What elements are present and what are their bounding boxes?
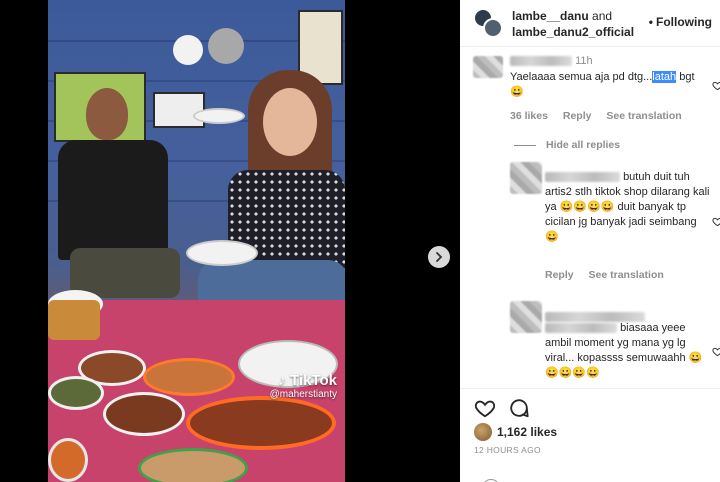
post-video[interactable]: ♪ TikTok @maherstianty: [48, 0, 345, 482]
tiktok-logo-icon: ♪: [278, 372, 291, 389]
media-pane: ♪ TikTok @maherstianty: [0, 0, 460, 482]
comment-meta: 36 likes Reply See translation: [510, 110, 694, 122]
liker-avatar: [474, 423, 492, 441]
comments-list: 11h Yaelaaaa semua aja pd dtg...latah bg…: [460, 48, 720, 388]
reply-meta: Reply See translation: [545, 269, 676, 281]
post-side-panel: lambe__danu and lambe_danu2_official • Fo…: [460, 0, 720, 482]
comment-reply-link[interactable]: Reply: [563, 110, 592, 122]
instagram-post-viewer: ♪ TikTok @maherstianty lambe__danu and l…: [0, 0, 720, 482]
reply-like-heart-icon[interactable]: [712, 346, 720, 357]
comment-time: 11h: [575, 55, 593, 67]
hide-replies-label: Hide all replies: [546, 139, 621, 151]
comment-text-highlighted: latah: [652, 71, 677, 83]
likes-summary[interactable]: 1,162 likes: [474, 423, 557, 441]
reply-text: butuh duit tuh artis2 stlh tiktok shop d…: [545, 170, 711, 245]
commenter-username-redacted[interactable]: [510, 56, 572, 67]
reply-translate-link[interactable]: See translation: [589, 269, 664, 281]
tiktok-brand: TikTok: [290, 372, 337, 389]
comment-text-part: Yaelaaaa semua aja pd dtg...: [510, 71, 653, 83]
author-username-secondary[interactable]: lambe_danu2_official: [512, 25, 634, 39]
mention-redacted[interactable]: [545, 323, 617, 334]
action-icons: [474, 397, 530, 419]
follow-separator-dot: •: [648, 15, 653, 29]
tiktok-watermark: ♪ TikTok @maherstianty: [270, 372, 337, 400]
comment-translate-link[interactable]: See translation: [606, 110, 681, 122]
chevron-right-icon: [436, 252, 443, 262]
following-label: Following: [656, 15, 712, 29]
reply-reply-link[interactable]: Reply: [545, 269, 574, 281]
comment-header: 11h: [510, 55, 593, 67]
replier-avatar[interactable]: [510, 162, 542, 194]
following-button[interactable]: • Following: [649, 15, 712, 29]
author-joiner: and: [592, 9, 613, 23]
tiktok-username: @maherstianty: [269, 389, 337, 400]
commenter-avatar[interactable]: [473, 56, 503, 78]
comment-like-heart-icon[interactable]: [712, 80, 720, 91]
hide-replies-toggle[interactable]: Hide all replies: [514, 139, 620, 151]
likes-count[interactable]: 1,162 likes: [497, 425, 557, 439]
author-username-primary[interactable]: lambe__danu: [512, 9, 589, 23]
man-figure: [48, 88, 188, 318]
reply-text: biasaaa yeee ambil moment yg mana yg lg …: [545, 321, 711, 381]
mention-redacted[interactable]: [545, 172, 620, 183]
hide-replies-line: [514, 144, 536, 146]
replier-avatar[interactable]: [510, 301, 542, 333]
heart-icon[interactable]: [474, 397, 496, 419]
post-header: lambe__danu and lambe_danu2_official • Fo…: [460, 0, 720, 47]
author-names: lambe__danu and lambe_danu2_official: [512, 8, 642, 40]
post-timestamp: 12 HOURS AGO: [474, 445, 541, 455]
comment-icon[interactable]: [508, 397, 530, 419]
comment-likes[interactable]: 36 likes: [510, 110, 548, 122]
next-media-button[interactable]: [428, 246, 450, 268]
reply-like-heart-icon[interactable]: [712, 216, 720, 227]
post-actions: 1,162 likes 12 HOURS AGO: [460, 388, 720, 482]
author-avatar[interactable]: [473, 8, 503, 38]
comment-text: Yaelaaaa semua aja pd dtg...latah bgt😀: [510, 70, 706, 100]
